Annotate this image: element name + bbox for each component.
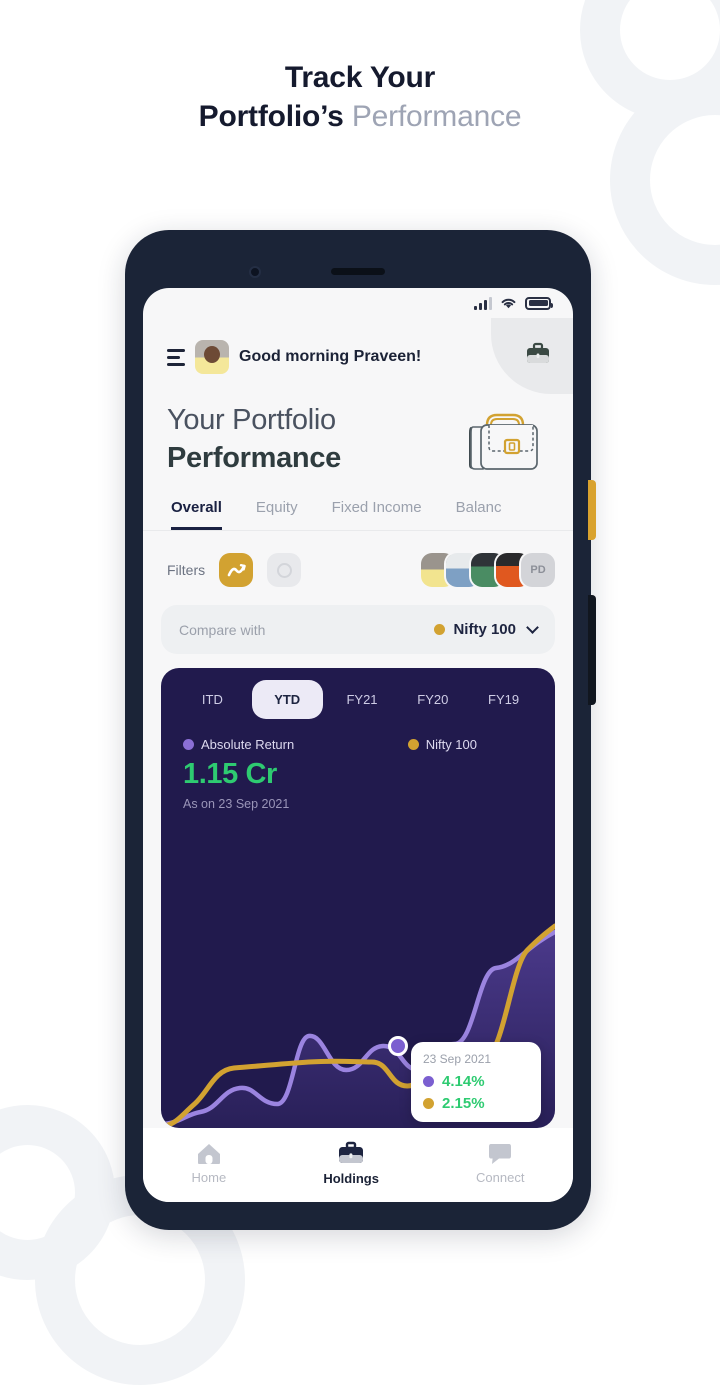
page-headline: Track Your Portfolio’s Performance [0,58,720,136]
tooltip-row-nifty-100: 2.15% [423,1095,529,1112]
wifi-icon [501,298,516,308]
tooltip-row-absolute-return: 4.14% [423,1073,529,1090]
headline-line-1: Track Your [284,61,436,94]
nav-item-holdings[interactable]: Holdings [323,1141,379,1186]
nav-label-holdings: Holdings [323,1170,379,1186]
circle-outline-icon [276,562,292,578]
home-icon [197,1144,220,1164]
tab-overall[interactable]: Overall [171,499,222,531]
compare-with-row[interactable]: Compare with Nifty 100 [161,605,555,655]
headline-muted-part: Performance [351,100,522,133]
period-fy19[interactable]: FY19 [468,692,539,707]
phone-side-button-amber[interactable] [588,480,596,540]
tab-fixed-income[interactable]: Fixed Income [332,499,422,530]
period-fy21[interactable]: FY21 [327,692,398,707]
briefcase-icon [527,342,549,363]
filters-row: Filters PD [143,531,573,588]
legend-dot-absolute-return [183,739,194,751]
nav-label-connect: Connect [476,1170,525,1185]
headline-line-2: Portfolio’s Performance [0,97,720,136]
chat-bubble-icon [489,1144,512,1164]
legend-dot-nifty-100 [407,739,419,751]
performance-chart-card: ITD YTD FY21 FY20 FY19 Absolute Return N… [161,668,555,1128]
nav-label-home: Home [191,1170,227,1185]
page-title: Your Portfolio Performance [167,402,341,477]
benchmark-value: Nifty 100 [453,621,516,639]
period-fy20[interactable]: FY20 [397,692,468,707]
phone-mockup: Good morning Praveen! Your Portfolio Per… [125,230,596,1230]
page-title-line-1: Your Portfolio [167,404,336,436]
shared-with-avatar-stack[interactable]: PD [421,553,555,588]
nav-item-connect[interactable]: Connect [476,1141,524,1185]
status-bar [143,288,573,318]
signal-bars-icon [474,296,492,310]
tooltip-date: 23 Sep 2021 [423,1052,492,1066]
chart-highlight-point[interactable] [388,1036,408,1056]
page-title-line-2: Performance [167,441,341,474]
benchmark-color-dot [434,624,446,636]
battery-full-icon [525,296,553,310]
period-ytd[interactable]: YTD [251,680,323,720]
portfolio-title-block: Your Portfolio Performance [143,380,573,477]
trend-filter-icon[interactable] [219,553,254,588]
briefcase-illustration [469,413,538,470]
phone-speaker [331,268,385,275]
hamburger-menu-icon[interactable] [167,348,185,366]
phone-side-button-dark[interactable] [588,595,596,705]
avatar-overflow-badge[interactable]: PD [521,553,555,588]
app-header: Good morning Praveen! [143,318,573,394]
tooltip-dot-absolute-return [423,1076,434,1087]
trend-glyph-icon [227,563,246,577]
period-selector: ITD YTD FY21 FY20 FY19 [161,668,555,720]
portfolio-tabs: Overall Equity Fixed Income Balanc [143,477,573,532]
legend-nifty-100: Nifty 100 [407,737,477,753]
headline-bold-part: Portfolio’s [198,100,344,133]
tab-equity[interactable]: Equity [256,499,298,530]
bottom-navigation: Home Holdings Connect [143,1128,573,1202]
tooltip-value-absolute-return: 4.14% [442,1073,485,1090]
absolute-return-date: As on 23 Sep 2021 [183,797,290,812]
absolute-return-value: 1.15 Cr [183,758,277,791]
circle-filter-icon[interactable] [267,553,302,588]
filters-label: Filters [167,562,206,579]
briefcase-icon [339,1141,364,1163]
period-itd[interactable]: ITD [177,692,248,707]
phone-screen: Good morning Praveen! Your Portfolio Per… [143,288,573,1202]
legend-absolute-return: Absolute Return [183,737,294,752]
phone-camera-icon [249,266,261,278]
chart-tooltip: 23 Sep 2021 4.14% 2.15% [411,1042,541,1122]
benchmark-select[interactable]: Nifty 100 [434,621,539,639]
avatar[interactable] [195,340,229,374]
compare-with-label: Compare with [179,621,266,638]
legend-label-nifty-100: Nifty 100 [425,737,477,753]
greeting-text: Good morning Praveen! [239,348,422,365]
chevron-down-icon[interactable] [526,621,539,635]
tab-balanced[interactable]: Balanc [456,499,502,530]
legend-label-absolute-return: Absolute Return [201,737,295,753]
chart-legend: Absolute Return Nifty 100 [161,719,555,752]
tooltip-dot-nifty-100 [423,1098,434,1109]
tooltip-value-nifty-100: 2.15% [442,1095,485,1112]
nav-item-home[interactable]: Home [191,1141,227,1185]
